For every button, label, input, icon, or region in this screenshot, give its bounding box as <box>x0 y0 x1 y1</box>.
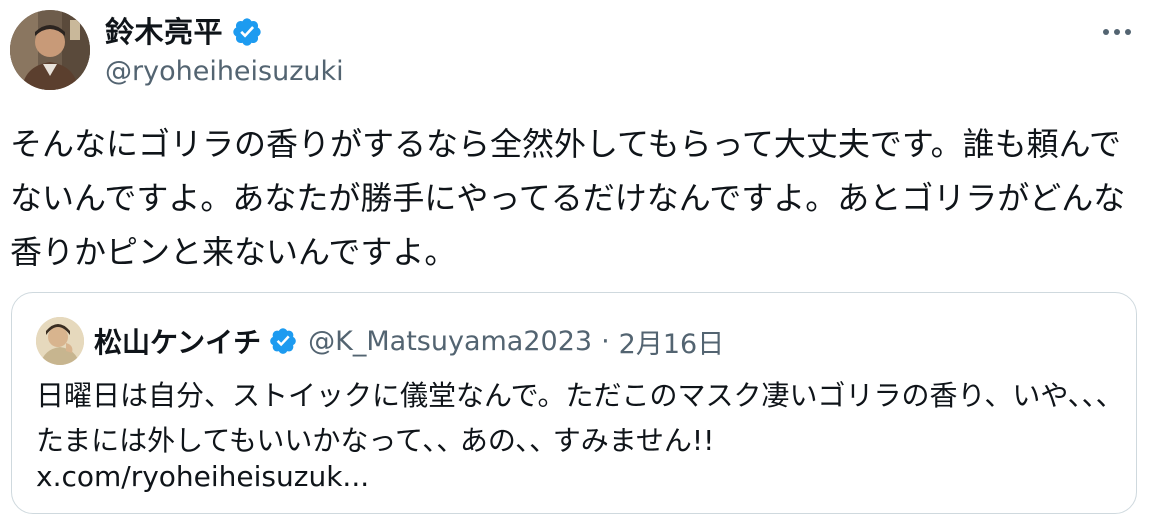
quoted-tweet-text: 日曜日は自分、ストイックに儀堂なんで。ただこのマスク凄いゴリラの香り、いや､､､… <box>36 379 1120 457</box>
quoted-separator: · <box>601 325 610 357</box>
quoted-author-avatar[interactable] <box>36 317 84 365</box>
more-button[interactable] <box>1097 14 1137 50</box>
quoted-header: 松山ケンイチ @K_Matsuyama2023 · 2月16日 <box>94 319 724 363</box>
author-handle[interactable]: @ryoheiheisuzuki <box>105 54 344 90</box>
author-avatar[interactable] <box>10 10 90 90</box>
author-name-row: 鈴木亮平 <box>105 10 263 54</box>
quoted-author-name[interactable]: 松山ケンイチ <box>94 321 261 361</box>
tweet-text: そんなにゴリラの香りがするなら全然外してもらって大丈夫です。誰も頼んでないんです… <box>10 125 1126 271</box>
author-name[interactable]: 鈴木亮平 <box>105 17 223 47</box>
quoted-tweet-link[interactable]: x.com/ryoheiheisuzuk... <box>36 454 369 499</box>
author-avatar-image <box>10 10 90 90</box>
quoted-verified-badge-icon[interactable] <box>268 326 298 356</box>
more-horizontal-icon <box>1103 29 1131 35</box>
verified-badge-icon[interactable] <box>231 16 263 48</box>
quoted-date[interactable]: 2月16日 <box>619 322 725 361</box>
quoted-author-avatar-image <box>36 317 84 365</box>
quoted-tweet-card[interactable]: 松山ケンイチ @K_Matsuyama2023 · 2月16日 日曜日は自分、ス… <box>11 292 1137 514</box>
quoted-author-handle[interactable]: @K_Matsuyama2023 <box>308 326 592 357</box>
